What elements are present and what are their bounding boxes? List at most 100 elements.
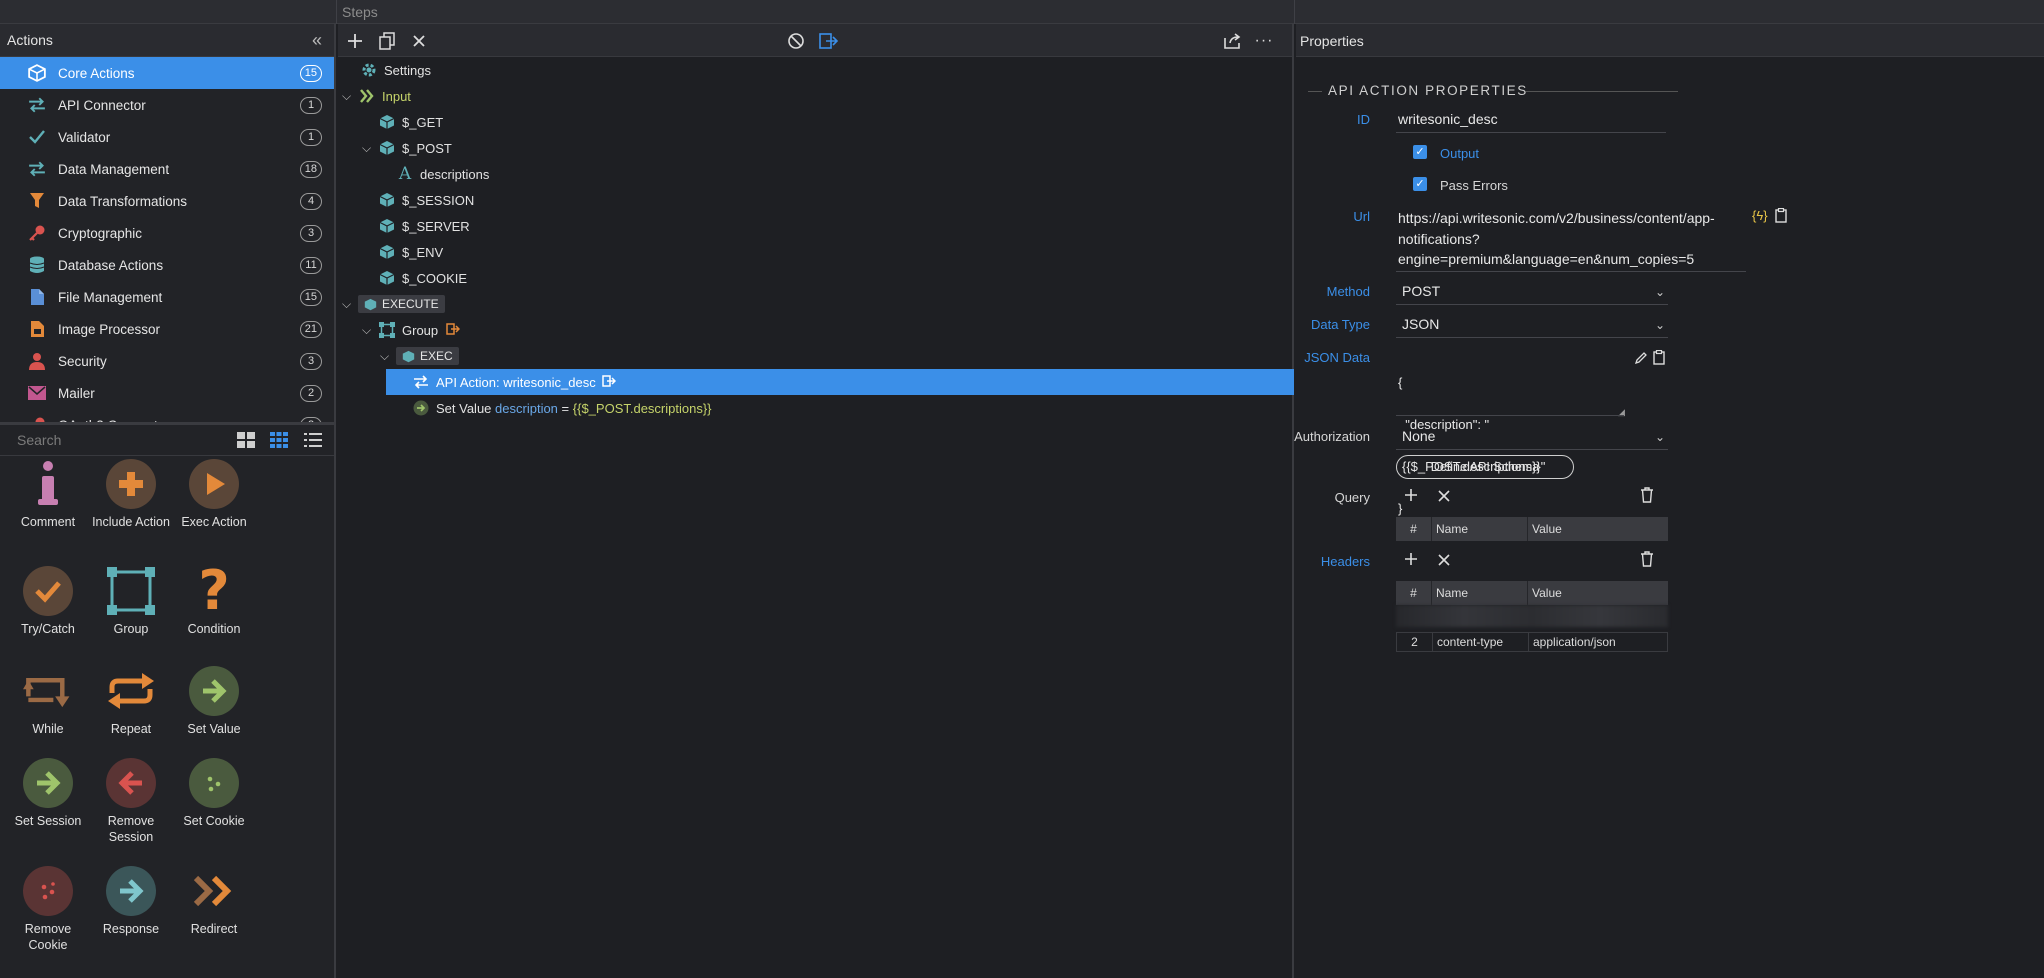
pass-errors-checkbox[interactable]: ✓ <box>1413 177 1427 191</box>
tree-get[interactable]: $_GET <box>378 109 443 135</box>
tree-settings[interactable]: Settings <box>360 57 431 83</box>
tile-remove-session[interactable]: Remove Session <box>89 758 173 845</box>
clipboard-icon[interactable] <box>1653 349 1665 368</box>
method-select[interactable]: POST <box>1402 283 1440 299</box>
tree-label: Set Value <box>436 400 492 416</box>
category-security[interactable]: Security 3 <box>0 345 334 377</box>
cube-icon <box>378 243 396 261</box>
output-icon <box>601 374 616 390</box>
chevron-down-icon[interactable]: ⌵ <box>362 323 378 338</box>
define-api-schema-button[interactable]: Define API Schema <box>1396 455 1574 479</box>
chevron-down-icon[interactable]: ⌄ <box>1655 318 1665 332</box>
tree-descriptions[interactable]: A descriptions <box>396 161 490 187</box>
arrows-exchange-icon <box>412 373 430 391</box>
category-oauth2-connector[interactable]: OAuth2 Connector 2 <box>0 409 334 422</box>
json-data-field[interactable]: { "description": " {{$_POST.descriptions… <box>1398 348 1628 516</box>
tree-group[interactable]: ⌵ Group <box>362 317 461 343</box>
category-database-actions[interactable]: Database Actions 11 <box>0 249 334 281</box>
clipboard-icon[interactable] <box>1775 207 1787 226</box>
tree-env[interactable]: $_ENV <box>378 239 443 265</box>
count-badge: 1 <box>300 129 322 146</box>
tile-set-value[interactable]: Set Value <box>172 666 256 737</box>
tree-set-value[interactable]: Set Value description = {{$_POST.descrip… <box>412 395 712 421</box>
chevron-down-icon[interactable]: ⌄ <box>1655 430 1665 444</box>
tile-repeat[interactable]: Repeat <box>89 666 173 737</box>
tree-input[interactable]: ⌵ Input <box>342 83 411 109</box>
count-badge: 3 <box>300 225 322 242</box>
url-field[interactable]: https://api.writesonic.com/v2/business/c… <box>1398 208 1715 270</box>
chevron-down-icon[interactable]: ⌵ <box>342 89 358 104</box>
category-data-transformations[interactable]: Data Transformations 4 <box>0 185 334 217</box>
authorization-select[interactable]: None <box>1402 428 1435 444</box>
count-badge: 2 <box>300 385 322 402</box>
delete-step-icon[interactable] <box>408 30 430 52</box>
category-cryptographic[interactable]: Cryptographic 3 <box>0 217 334 249</box>
category-file-management[interactable]: File Management 15 <box>0 281 334 313</box>
category-data-management[interactable]: Data Management 18 <box>0 153 334 185</box>
edit-pencil-icon[interactable] <box>1634 351 1648 368</box>
tile-try-catch[interactable]: Try/Catch <box>6 566 90 637</box>
tree-execute[interactable]: ⌵ EXECUTE <box>342 291 445 317</box>
category-image-processor[interactable]: Image Processor 21 <box>0 313 334 345</box>
tile-include-action[interactable]: Include Action <box>89 459 173 530</box>
header-name-cell[interactable]: content-type <box>1433 633 1529 651</box>
resize-handle-icon[interactable]: ◢ <box>1618 407 1625 418</box>
cube-icon <box>378 269 396 287</box>
category-validator[interactable]: Validator 1 <box>0 121 334 153</box>
execute-pill: EXECUTE <box>358 295 445 313</box>
tree-post[interactable]: ⌵ $_POST <box>362 135 452 161</box>
category-api-connector[interactable]: API Connector 1 <box>0 89 334 121</box>
tree-cookie[interactable]: $_COOKIE <box>378 265 467 291</box>
chevron-down-icon[interactable]: ⌵ <box>342 297 358 312</box>
id-field[interactable]: writesonic_desc <box>1398 111 1498 127</box>
loop-icon <box>23 666 73 716</box>
clear-query-icon[interactable] <box>1438 489 1450 505</box>
actions-panel: Actions « Core Actions 15 API Connector 1 Va… <box>0 24 336 978</box>
header-value-cell[interactable]: application/json <box>1529 633 1667 651</box>
more-options-icon[interactable]: ··· <box>1253 30 1275 52</box>
output-checkbox[interactable]: ✓ <box>1413 145 1427 159</box>
copy-icon[interactable] <box>376 30 398 52</box>
trash-icon[interactable] <box>1640 551 1654 570</box>
tree-server[interactable]: $_SERVER <box>378 213 470 239</box>
tile-response[interactable]: Response <box>89 866 173 937</box>
tree-api-action[interactable]: API Action: writesonic_desc <box>386 369 1294 395</box>
share-icon[interactable] <box>1222 30 1244 52</box>
trash-icon[interactable] <box>1640 487 1654 506</box>
add-header-icon[interactable] <box>1404 552 1418 569</box>
data-type-select[interactable]: JSON <box>1402 316 1439 332</box>
list-view-icon[interactable] <box>303 431 323 449</box>
chevron-down-icon[interactable]: ⌵ <box>362 141 378 156</box>
tile-label: Set Session <box>14 814 82 828</box>
tile-set-session[interactable]: Set Session <box>6 758 90 829</box>
tree-session[interactable]: $_SESSION <box>378 187 474 213</box>
output-icon <box>446 322 461 338</box>
clear-headers-icon[interactable] <box>1438 553 1450 569</box>
tile-exec-action[interactable]: Exec Action <box>172 459 256 530</box>
collapse-panel-icon[interactable]: « <box>312 30 322 51</box>
column-header: Name <box>1432 581 1528 605</box>
chevron-down-icon[interactable]: ⌵ <box>380 349 396 364</box>
tile-group[interactable]: Group <box>89 566 173 637</box>
category-mailer[interactable]: Mailer 2 <box>0 377 334 409</box>
tile-comment[interactable]: Comment <box>6 459 90 530</box>
tile-while[interactable]: While <box>6 666 90 737</box>
chevron-down-icon[interactable]: ⌄ <box>1655 285 1665 299</box>
query-label: Query <box>1334 490 1370 505</box>
dynamic-data-icon[interactable]: {ϟ} <box>1752 208 1768 223</box>
tile-redirect[interactable]: Redirect <box>172 866 256 937</box>
tile-set-cookie[interactable]: Set Cookie <box>172 758 256 829</box>
tile-remove-cookie[interactable]: Remove Cookie <box>6 866 90 953</box>
actions-panel-header: Actions « <box>0 24 334 57</box>
large-grid-view-icon[interactable] <box>236 431 256 449</box>
tree-exec[interactable]: ⌵ EXEC <box>380 343 459 369</box>
table-row[interactable]: 2 content-type application/json <box>1396 632 1668 652</box>
disable-icon[interactable] <box>785 30 807 52</box>
output-toggle-icon[interactable] <box>818 30 840 52</box>
small-grid-view-icon[interactable] <box>269 431 289 449</box>
category-core-actions[interactable]: Core Actions 15 <box>0 57 334 89</box>
search-input[interactable] <box>5 429 225 451</box>
add-step-icon[interactable] <box>344 30 366 52</box>
add-query-icon[interactable] <box>1404 488 1418 505</box>
tile-condition[interactable]: ? Condition <box>172 564 256 637</box>
